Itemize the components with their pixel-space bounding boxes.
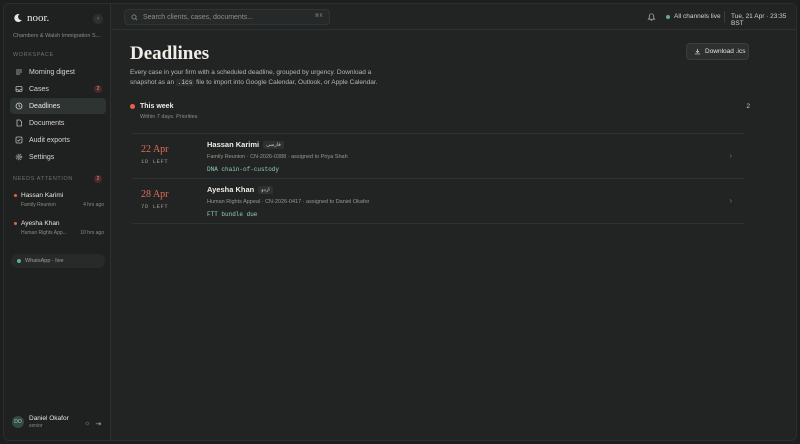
attention-case-type: Human Rights App... — [21, 230, 67, 236]
group-count: 2 — [746, 103, 750, 110]
download-label: Download .ics — [705, 48, 746, 55]
sidebar-item-label: Documents — [29, 119, 65, 127]
date-time: Tue, 21 Apr · 23:35 BST — [731, 13, 787, 27]
whatsapp-status-chip[interactable]: WhatsApp · live — [11, 254, 105, 268]
page-title: Deadlines — [130, 43, 210, 64]
attention-item[interactable]: Hassan Karimi Family Reunion 4 hrs ago — [14, 192, 104, 208]
brand[interactable]: noor. — [13, 12, 49, 24]
urgent-dot-icon — [130, 104, 135, 109]
attention-name: Ayesha Khan — [21, 220, 60, 227]
case-meta: Family Reunion · CN-2026-0388 · assigned… — [207, 154, 348, 160]
user-profile[interactable]: DO Daniel Okafor senior — [12, 415, 69, 429]
search-input[interactable]: Search clients, cases, documents... ⌘K — [124, 9, 330, 25]
deadline-date: 22 Apr — [141, 144, 169, 155]
sidebar-item-label: Deadlines — [29, 102, 61, 110]
user-name: Daniel Okafor — [29, 415, 69, 422]
sidebar-item-label: Morning digest — [29, 68, 75, 76]
deadline-row[interactable]: 22 Apr 1D LEFT Hassan Karimi فارسی Famil… — [132, 133, 744, 178]
logout-icon[interactable]: ⇥ — [95, 420, 101, 428]
top-bar: Search clients, cases, documents... ⌘K A… — [112, 4, 796, 30]
page-description: Every case in your firm with a scheduled… — [130, 69, 378, 86]
sidebar-item-documents[interactable]: Documents — [10, 115, 106, 131]
checkbox-icon — [15, 136, 23, 144]
deadline-action: DNA chain-of-custody — [207, 166, 280, 173]
case-meta: Human Rights Appeal · CN-2026-0417 · ass… — [207, 199, 370, 205]
attention-time: 10 hrs ago — [80, 230, 104, 236]
inbox-icon — [15, 86, 23, 92]
chevron-right-icon: › — [729, 151, 732, 160]
attention-count-badge: 2 — [94, 175, 102, 183]
needs-attention-label: NEEDS ATTENTION — [13, 176, 73, 182]
days-left: 1D LEFT — [141, 158, 169, 165]
attention-case-type: Family Reunion — [21, 202, 56, 208]
group-subtitle: Within 7 days. Priorities — [140, 114, 198, 120]
sidebar-item-settings[interactable]: Settings — [10, 149, 106, 165]
whatsapp-status: WhatsApp · live — [25, 258, 64, 264]
firm-name[interactable]: Chambers & Walsh Immigration S... — [13, 33, 105, 39]
ics-code: .ics — [175, 78, 195, 86]
client-name: Ayesha Khan — [207, 185, 255, 194]
list-icon — [16, 69, 22, 75]
sidebar-item-morning-digest[interactable]: Morning digest — [10, 64, 106, 80]
theme-toggle-icon[interactable]: ☼ — [84, 420, 90, 428]
divider — [724, 11, 725, 23]
sidebar-item-label: Audit exports — [29, 136, 70, 144]
attention-time: 4 hrs ago — [83, 202, 104, 208]
avatar: DO — [12, 416, 24, 428]
channel-status[interactable]: All channels live — [666, 13, 721, 20]
divider — [132, 223, 744, 224]
search-placeholder: Search clients, cases, documents... — [143, 13, 254, 21]
app-window: noor. › Chambers & Walsh Immigration S..… — [3, 3, 797, 441]
clock-icon — [15, 102, 23, 110]
cases-count-badge: 2 — [94, 85, 102, 93]
document-icon — [16, 119, 22, 127]
language-badge: اردو — [258, 185, 273, 194]
urgent-dot-icon — [14, 194, 17, 197]
collapse-sidebar-button[interactable]: › — [93, 14, 103, 24]
sidebar-item-deadlines[interactable]: Deadlines — [10, 98, 106, 114]
bell-icon[interactable] — [647, 12, 656, 21]
channel-status-text: All channels live — [674, 13, 721, 20]
sidebar: noor. › Chambers & Walsh Immigration S..… — [4, 4, 111, 440]
deadline-row[interactable]: 28 Apr 7D LEFT Ayesha Khan اردو Human Ri… — [132, 178, 744, 223]
sidebar-item-label: Settings — [29, 153, 55, 161]
main-content: Deadlines Download .ics Every case in yo… — [112, 31, 796, 440]
brand-name: noor. — [27, 12, 50, 24]
user-role: senior — [29, 423, 43, 429]
days-left: 7D LEFT — [141, 203, 169, 210]
workspace-label: WORKSPACE — [13, 52, 54, 58]
live-dot-icon — [666, 14, 670, 19]
live-dot-icon — [17, 259, 21, 263]
download-ics-button[interactable]: Download .ics — [686, 43, 749, 60]
deadline-action: FTT bundle due — [207, 211, 258, 218]
moon-logo-icon — [14, 14, 22, 23]
group-header-this-week[interactable]: This week Within 7 days. Priorities 2 — [130, 103, 750, 120]
deadline-date: 28 Apr — [141, 189, 169, 200]
sidebar-item-label: Cases — [29, 85, 49, 93]
language-badge: فارسی — [263, 140, 284, 149]
sidebar-item-cases[interactable]: Cases 2 — [10, 81, 106, 97]
search-shortcut: ⌘K — [314, 13, 323, 19]
chevron-right-icon: › — [729, 196, 732, 205]
gear-icon — [15, 153, 23, 161]
sidebar-item-audit-exports[interactable]: Audit exports — [10, 132, 106, 148]
attention-name: Hassan Karimi — [21, 192, 64, 199]
group-title: This week — [140, 103, 174, 110]
download-icon — [694, 48, 701, 55]
client-name: Hassan Karimi — [207, 140, 260, 149]
search-icon — [131, 13, 138, 20]
attention-item[interactable]: Ayesha Khan Human Rights App... 10 hrs ag… — [14, 220, 104, 236]
urgent-dot-icon — [14, 222, 17, 225]
